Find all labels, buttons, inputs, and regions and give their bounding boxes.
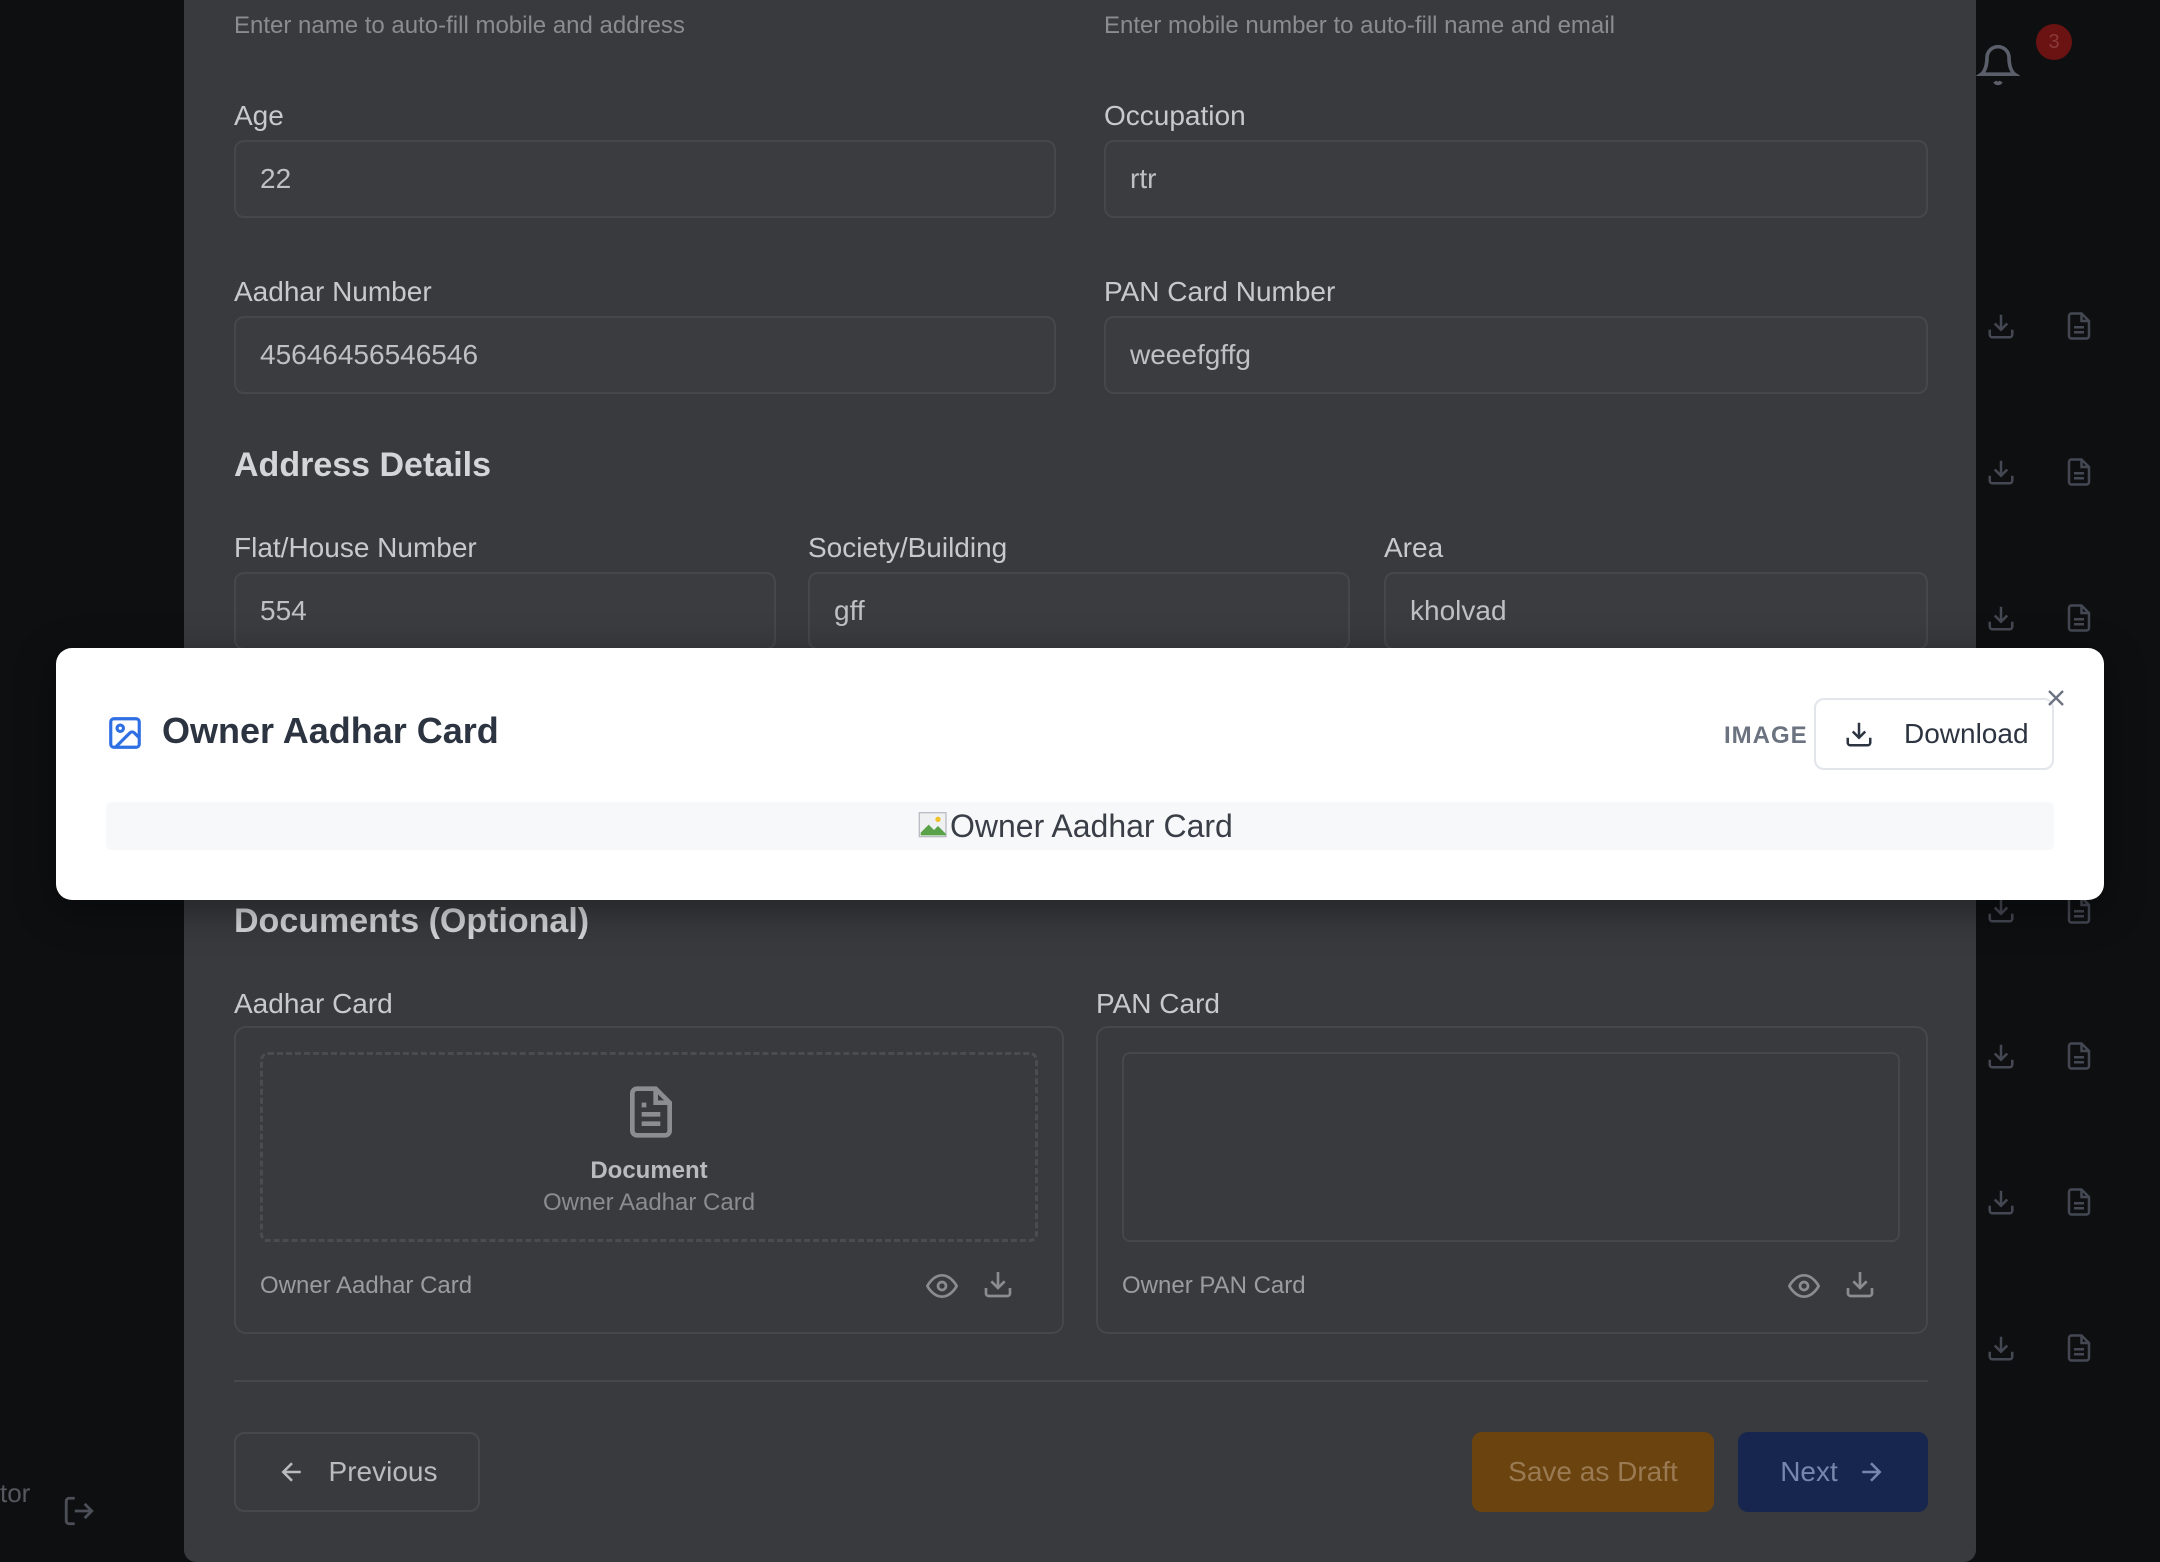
logout-icon[interactable] (62, 1494, 96, 1533)
area-input[interactable]: kholvad (1384, 572, 1928, 650)
arrow-right-icon (1862, 1462, 1882, 1482)
download-button-label: Download (1904, 718, 2029, 749)
download-icon[interactable] (1986, 1333, 2016, 1368)
aadhar-preview-subtitle: Owner Aadhar Card (542, 1189, 756, 1216)
row-actions (1986, 1131, 2106, 1277)
next-button-label: Next (1780, 1456, 1838, 1487)
bell-icon[interactable] (1975, 40, 2021, 90)
flat-label: Flat/House Number (234, 532, 477, 563)
file-icon[interactable] (2064, 457, 2094, 492)
file-icon[interactable] (2064, 1333, 2094, 1368)
aadhar-number-input[interactable]: 45646456546546 (234, 316, 1056, 394)
occupation-input[interactable]: rtr (1104, 140, 1928, 218)
download-icon[interactable] (1844, 1268, 1876, 1305)
notification-badge: 3 (2036, 24, 2072, 60)
address-section-title: Address Details (234, 446, 491, 484)
file-icon[interactable] (2064, 1187, 2094, 1222)
footer-divider (234, 1380, 1928, 1382)
save-draft-button[interactable]: Save as Draft (1472, 1432, 1714, 1512)
screen: 3 tor Enter name to auto-fill mobile and… (0, 0, 2160, 1562)
download-icon[interactable] (982, 1268, 1014, 1305)
image-preview-area: Owner Aadhar Card (106, 802, 2054, 850)
broken-image-alt-text: Owner Aadhar Card (950, 807, 1233, 844)
arrow-left-icon (281, 1462, 301, 1482)
aadhar-card-preview[interactable]: Document Owner Aadhar Card (260, 1052, 1038, 1242)
aadhar-card-label: Aadhar Card (234, 988, 393, 1019)
age-label: Age (234, 100, 284, 131)
modal-title: Owner Aadhar Card (162, 710, 499, 751)
age-input[interactable]: 22 (234, 140, 1056, 218)
pan-card-preview[interactable] (1122, 1052, 1900, 1242)
pan-file-name: Owner PAN Card (1122, 1272, 1306, 1299)
row-actions (1986, 985, 2106, 1131)
broken-image: Owner Aadhar Card (918, 802, 1233, 850)
file-icon[interactable] (2064, 1041, 2094, 1076)
aadhar-card-upload: Document Owner Aadhar Card Owner Aadhar … (234, 1026, 1064, 1334)
pan-number-input[interactable]: weeefgffg (1104, 316, 1928, 394)
pan-number-label: PAN Card Number (1104, 276, 1336, 307)
image-icon (106, 714, 144, 752)
occupation-label: Occupation (1104, 100, 1246, 131)
row-actions (1986, 255, 2106, 401)
aadhar-number-label: Aadhar Number (234, 276, 432, 307)
society-input[interactable]: gff (808, 572, 1350, 650)
download-icon[interactable] (1986, 457, 2016, 492)
broken-image-icon (918, 812, 947, 838)
download-icon[interactable] (1986, 1187, 2016, 1222)
area-label: Area (1384, 532, 1444, 563)
aadhar-preview-title: Document (590, 1157, 708, 1184)
mobile-hint: Enter mobile number to auto-fill name an… (1104, 12, 1615, 39)
next-button[interactable]: Next (1738, 1432, 1928, 1512)
download-icon[interactable] (1986, 603, 2016, 638)
file-icon[interactable] (2064, 311, 2094, 346)
file-icon[interactable] (2064, 603, 2094, 638)
society-label: Society/Building (808, 532, 1008, 563)
close-icon[interactable] (2042, 684, 2070, 712)
sidebar-fragment-text: tor (0, 1478, 31, 1508)
pan-card-upload: Owner PAN Card (1096, 1026, 1928, 1334)
download-icon[interactable] (1986, 1041, 2016, 1076)
document-preview-modal: Owner Aadhar Card IMAGE Download Owner A… (56, 648, 2104, 900)
download-icon[interactable] (1986, 311, 2016, 346)
flat-input[interactable]: 554 (234, 572, 776, 650)
name-hint: Enter name to auto-fill mobile and addre… (234, 12, 685, 39)
eye-icon[interactable] (925, 1270, 959, 1307)
row-actions (1986, 1277, 2106, 1423)
previous-button-label: Previous (328, 1456, 438, 1487)
file-type-label: IMAGE (1724, 722, 1808, 749)
documents-section-title: Documents (Optional) (234, 902, 590, 940)
download-button[interactable]: Download (1814, 698, 2054, 770)
eye-icon[interactable] (1787, 1270, 1821, 1307)
previous-button[interactable]: Previous (234, 1432, 480, 1512)
document-icon (623, 1081, 679, 1148)
row-actions (1986, 401, 2106, 547)
aadhar-file-name: Owner Aadhar Card (260, 1272, 473, 1299)
pan-card-label: PAN Card (1096, 988, 1220, 1019)
download-icon (1846, 722, 1872, 747)
